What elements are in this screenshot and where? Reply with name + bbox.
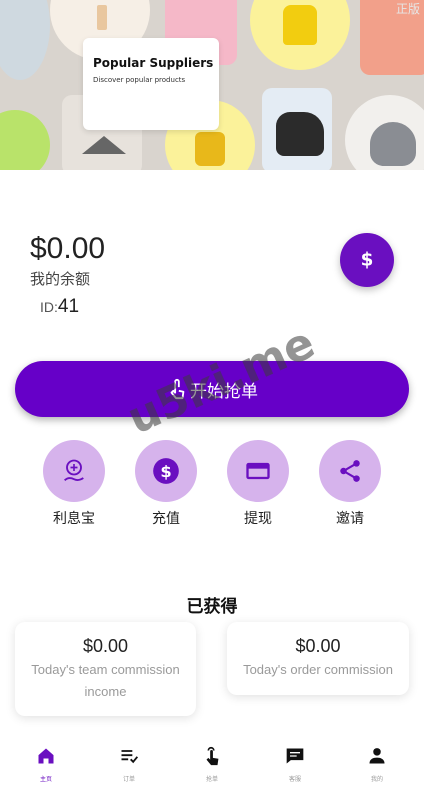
banner-subtitle: Discover popular products xyxy=(93,76,186,84)
banner-product-drill xyxy=(195,132,225,166)
bottom-tab-bar: 主页 订单 抢单 客服 我的 xyxy=(0,734,424,800)
team-commission-amount: $0.00 xyxy=(82,636,129,656)
share-icon xyxy=(340,460,360,482)
svg-text:$: $ xyxy=(361,250,374,271)
action-label: 利息宝 xyxy=(53,511,95,527)
user-id: ID:41 xyxy=(40,296,79,318)
user-id-value: 41 xyxy=(57,296,80,317)
team-commission-card: $0.00 Today's team commission income xyxy=(15,622,196,716)
action-label: 提现 xyxy=(244,511,272,527)
tap-icon xyxy=(206,746,219,766)
action-label: 邀请 xyxy=(336,511,364,527)
action-label: 充值 xyxy=(152,511,180,527)
banner-product-chair xyxy=(283,5,317,45)
card-icon xyxy=(246,462,270,480)
banner-product-bottle xyxy=(97,5,107,30)
banner-product-elephant xyxy=(370,122,416,166)
dollar-icon: $ xyxy=(361,250,374,271)
balance-button[interactable]: $ xyxy=(340,233,394,287)
chat-icon xyxy=(286,748,304,764)
user-id-label: ID: xyxy=(40,299,58,315)
home-icon xyxy=(38,748,54,764)
banner-card: Popular Suppliers Discover popular produ… xyxy=(83,38,219,130)
order-commission-card: $0.00 Today's order commission xyxy=(227,622,409,695)
earned-title: 已获得 xyxy=(186,597,238,617)
balance-label: 我的余额 xyxy=(30,270,91,288)
tab-label: 订单 xyxy=(122,776,135,783)
team-commission-label: Today's team commission income xyxy=(31,662,180,699)
tab-label: 抢单 xyxy=(205,776,218,783)
action-recharge[interactable]: $ 充值 xyxy=(134,440,198,528)
person-icon xyxy=(369,748,385,764)
order-commission-amount: $0.00 xyxy=(295,636,341,656)
tab-home[interactable]: 主页 xyxy=(21,744,71,783)
order-commission-label: Today's order commission xyxy=(243,662,393,677)
banner-corner-text: 正版 xyxy=(395,2,420,16)
banner-product-shoe xyxy=(276,112,324,156)
tab-label: 我的 xyxy=(370,776,383,783)
banner-product-lamp xyxy=(82,136,126,154)
banner-product-image xyxy=(0,0,50,80)
tab-support[interactable]: 客服 xyxy=(270,744,320,783)
action-interest-treasure[interactable]: 利息宝 xyxy=(42,440,106,528)
tab-label: 客服 xyxy=(288,776,301,783)
dollar-icon: $ xyxy=(153,458,179,484)
tab-grab-order[interactable]: 抢单 xyxy=(187,744,237,783)
hero-banner[interactable]: Popular Suppliers Discover popular produ… xyxy=(0,0,424,170)
action-invite[interactable]: 邀请 xyxy=(318,440,382,528)
tab-profile[interactable]: 我的 xyxy=(352,744,402,783)
banner-product-image xyxy=(0,110,50,170)
tab-label: 主页 xyxy=(39,776,52,783)
savings-icon xyxy=(64,459,84,482)
svg-text:$: $ xyxy=(160,462,171,481)
action-withdraw[interactable]: 提现 xyxy=(226,440,290,528)
orders-icon xyxy=(121,750,139,764)
banner-title: Popular Suppliers xyxy=(93,56,214,70)
balance-amount: $0.00 xyxy=(30,232,106,265)
tab-orders[interactable]: 订单 xyxy=(104,744,154,783)
